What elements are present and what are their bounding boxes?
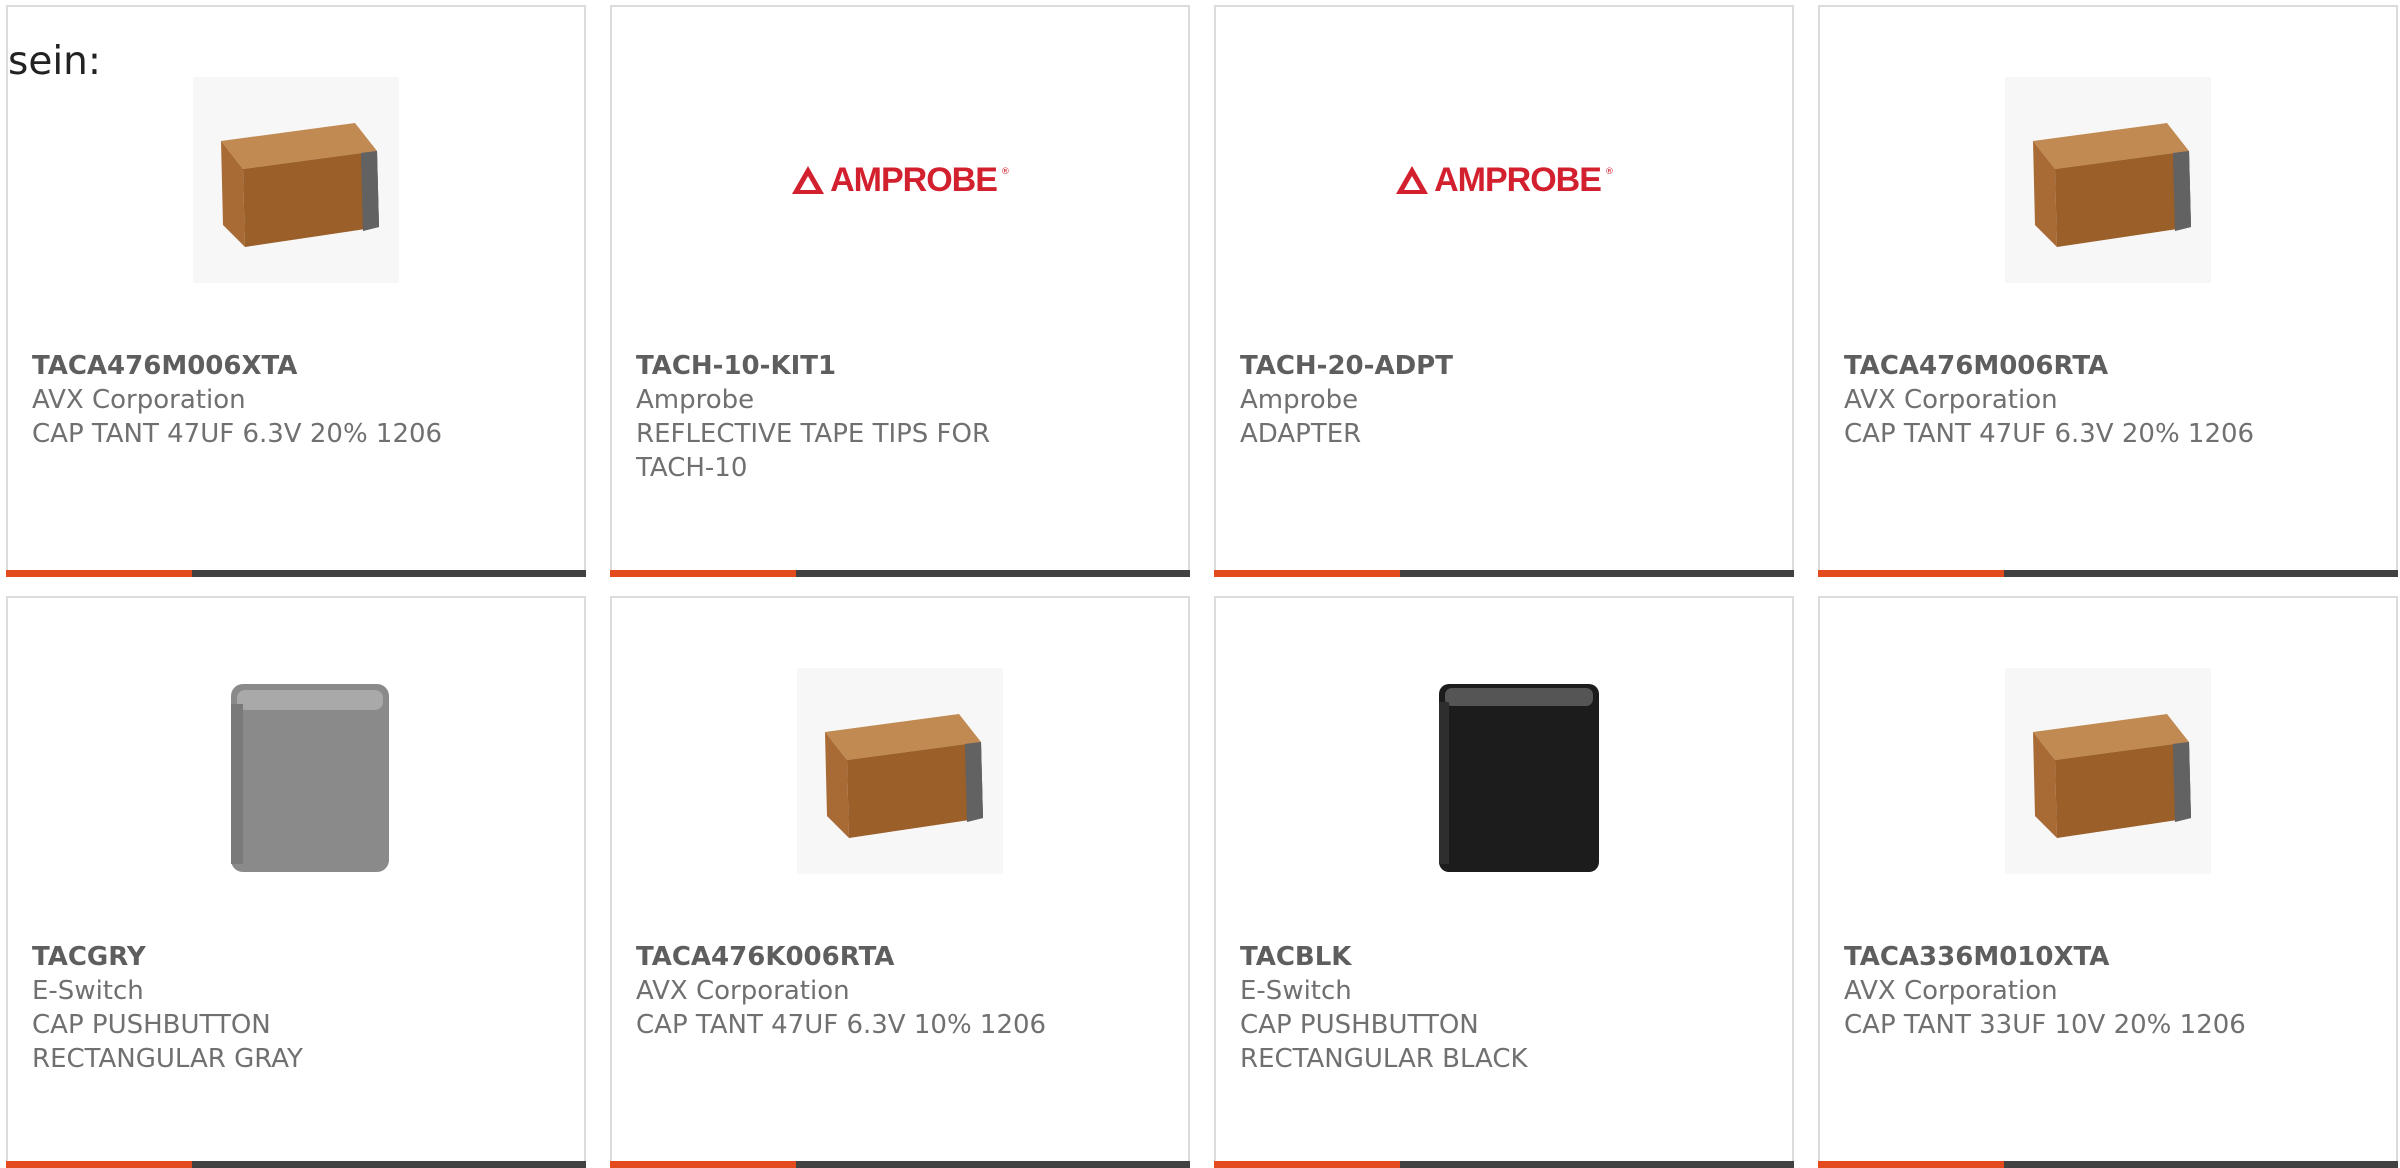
progress-bar (610, 570, 1190, 577)
description: CAP TANT 47UF 6.3V 10% 1206 (636, 1010, 1047, 1040)
progress-fill (610, 1161, 796, 1168)
product-image (8, 77, 584, 283)
amprobe-triangle-icon (1396, 166, 1429, 194)
progress-bar (1818, 1161, 2398, 1168)
progress-fill (1214, 570, 1400, 577)
registered-mark-icon: ® (1000, 166, 1010, 177)
product-info: TACA476M006XTA AVX Corporation CAP TANT … (32, 349, 462, 451)
progress-bar (1214, 1161, 1794, 1168)
description: CAP TANT 47UF 6.3V 20% 1206 (32, 419, 443, 449)
tantalum-capacitor-image (797, 668, 1003, 874)
product-info: TACBLK E-Switch CAP PUSHBUTTON RECTANGUL… (1240, 940, 1670, 1076)
product-image: AMPROBE ® (612, 77, 1188, 283)
logo-text: AMPROBE (830, 160, 998, 199)
tantalum-capacitor-image (2005, 668, 2211, 874)
description: CAP PUSHBUTTON RECTANGULAR GRAY (32, 1010, 303, 1074)
logo-text: AMPROBE (1434, 160, 1602, 199)
tantalum-capacitor-image (193, 77, 399, 283)
product-image (1216, 668, 1792, 874)
product-info: TACH-20-ADPT Amprobe ADAPTER (1240, 349, 1670, 451)
description: REFLECTIVE TAPE TIPS FOR TACH-10 (636, 419, 991, 483)
progress-fill (6, 570, 192, 577)
part-number[interactable]: TACA336M010XTA (1844, 940, 2274, 974)
product-image (8, 668, 584, 874)
product-card[interactable]: AMPROBE ® TACH-10-KIT1 Amprobe REFLECTIV… (610, 5, 1190, 577)
progress-bar (1214, 570, 1794, 577)
product-info: TACGRY E-Switch CAP PUSHBUTTON RECTANGUL… (32, 940, 462, 1076)
manufacturer: Amprobe (636, 385, 755, 415)
intro-text: sein: (8, 39, 102, 84)
part-number[interactable]: TACA476M006XTA (32, 349, 462, 383)
manufacturer: E-Switch (1240, 976, 1352, 1006)
product-info: TACA476M006RTA AVX Corporation CAP TANT … (1844, 349, 2274, 451)
product-image (1820, 77, 2396, 283)
product-card[interactable]: TACGRY E-Switch CAP PUSHBUTTON RECTANGUL… (6, 596, 586, 1168)
description: CAP PUSHBUTTON RECTANGULAR BLACK (1240, 1010, 1528, 1074)
part-number[interactable]: TACH-10-KIT1 (636, 349, 1066, 383)
amprobe-logo: AMPROBE ® (790, 161, 1010, 200)
product-info: TACA336M010XTA AVX Corporation CAP TANT … (1844, 940, 2274, 1042)
part-number[interactable]: TACBLK (1240, 940, 1670, 974)
progress-fill (1818, 1161, 2004, 1168)
tantalum-capacitor-image (2005, 77, 2211, 283)
product-image: AMPROBE ® (1216, 77, 1792, 283)
manufacturer: Amprobe (1240, 385, 1359, 415)
product-info: TACH-10-KIT1 Amprobe REFLECTIVE TAPE TIP… (636, 349, 1066, 485)
product-card[interactable]: TACA476M006RTA AVX Corporation CAP TANT … (1818, 5, 2398, 577)
manufacturer: AVX Corporation (1844, 976, 2058, 1006)
product-card[interactable]: TACA336M010XTA AVX Corporation CAP TANT … (1818, 596, 2398, 1168)
manufacturer: AVX Corporation (636, 976, 850, 1006)
amprobe-logo: AMPROBE ® (1394, 161, 1614, 200)
product-card[interactable]: AMPROBE ® TACH-20-ADPT Amprobe ADAPTER (1214, 5, 1794, 577)
part-number[interactable]: TACH-20-ADPT (1240, 349, 1670, 383)
product-image (612, 668, 1188, 874)
product-image (1820, 668, 2396, 874)
progress-bar (6, 570, 586, 577)
registered-mark-icon: ® (1604, 166, 1614, 177)
gray-pushbutton-cap-image (215, 680, 389, 872)
part-number[interactable]: TACA476M006RTA (1844, 349, 2274, 383)
amprobe-triangle-icon (792, 166, 825, 194)
part-number[interactable]: TACA476K006RTA (636, 940, 1066, 974)
description: ADAPTER (1240, 419, 1362, 449)
manufacturer: AVX Corporation (32, 385, 246, 415)
progress-bar (1818, 570, 2398, 577)
description: CAP TANT 47UF 6.3V 20% 1206 (1844, 419, 2255, 449)
progress-fill (6, 1161, 192, 1168)
product-info: TACA476K006RTA AVX Corporation CAP TANT … (636, 940, 1066, 1042)
product-card[interactable]: TACA476K006RTA AVX Corporation CAP TANT … (610, 596, 1190, 1168)
manufacturer: E-Switch (32, 976, 144, 1006)
product-card[interactable]: TACBLK E-Switch CAP PUSHBUTTON RECTANGUL… (1214, 596, 1794, 1168)
progress-bar (610, 1161, 1190, 1168)
manufacturer: AVX Corporation (1844, 385, 2058, 415)
description: CAP TANT 33UF 10V 20% 1206 (1844, 1010, 2246, 1040)
progress-bar (6, 1161, 586, 1168)
progress-fill (1818, 570, 2004, 577)
part-number[interactable]: TACGRY (32, 940, 462, 974)
progress-fill (1214, 1161, 1400, 1168)
progress-fill (610, 570, 796, 577)
black-pushbutton-cap-image (1423, 680, 1599, 872)
